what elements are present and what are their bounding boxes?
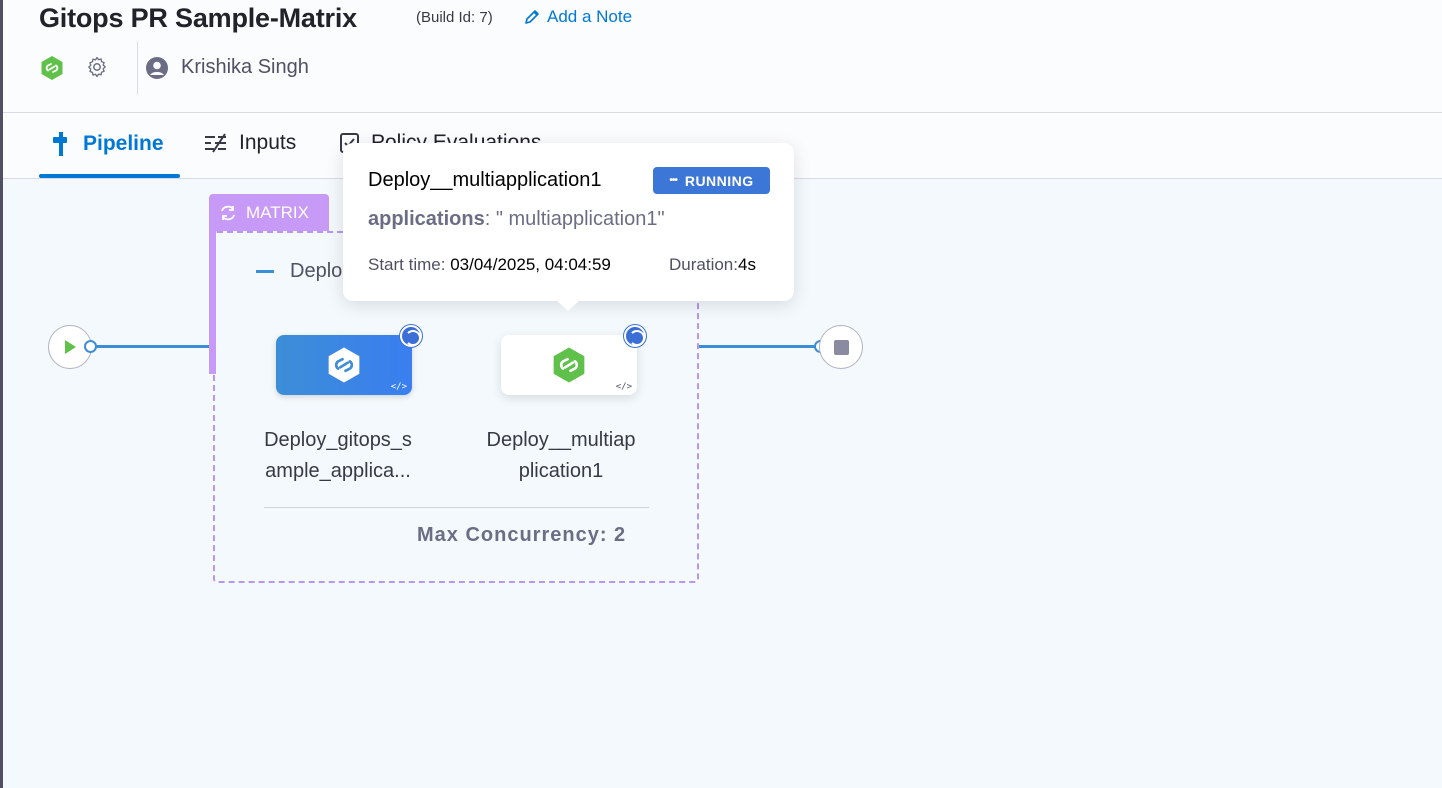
add-note-button[interactable]: Add a Note (523, 7, 632, 27)
running-dots-icon: ••• (669, 175, 677, 186)
running-status-badge: ••• RUNNING (653, 167, 770, 194)
matrix-tag-label: MATRIX (246, 202, 309, 222)
matrix-divider (264, 507, 649, 508)
tooltip-duration: Duration:4s (669, 255, 756, 275)
step-name-1-line2: ample_applica... (265, 460, 411, 482)
tab-pipeline[interactable]: Pipeline (51, 131, 164, 157)
step-node-multiapplication1[interactable]: </> (501, 335, 637, 395)
tooltip-applications: applications: " multiapplication1" (368, 208, 665, 231)
tab-pipeline-label: Pipeline (83, 132, 164, 155)
start-time-label: Start time: (368, 255, 451, 274)
matrix-tag: MATRIX (209, 194, 329, 231)
step-name-2-line1: Deploy__multiap (486, 429, 636, 451)
stage-name: Deplo (290, 260, 343, 282)
max-concurrency: Max Concurrency: 2 (417, 524, 627, 546)
build-id: (Build Id: 7) (416, 9, 493, 26)
start-port (84, 340, 97, 353)
step-name-2: Deploy__multiap plication1 (471, 425, 651, 487)
step-name-1: Deploy_gitops_s ample_applica... (248, 425, 428, 487)
add-note-label: Add a Note (547, 7, 633, 26)
pencil-icon (525, 10, 539, 24)
status-label: RUNNING (684, 172, 754, 189)
gitops-step-icon (553, 347, 585, 383)
header-divider (137, 42, 138, 94)
pipeline-icon (53, 132, 67, 156)
execution-header: Gitops PR Sample-Matrix (Build Id: 7) Ad… (3, 0, 1442, 113)
user-avatar-icon (146, 57, 168, 79)
step-name-1-line1: Deploy_gitops_s (264, 429, 412, 451)
edge-start-to-matrix (96, 345, 210, 348)
pipeline-title: Gitops PR Sample-Matrix (39, 3, 357, 33)
triggered-by-user: Krishika Singh (181, 56, 309, 78)
loop-icon (221, 205, 235, 220)
gitops-step-icon (328, 347, 360, 383)
running-status-icon (400, 325, 422, 347)
edge-matrix-to-end (699, 345, 817, 348)
tooltip-step-name: Deploy__multiapplication1 (368, 169, 602, 191)
step-details-tooltip: Deploy__multiapplication1 ••• RUNNING ap… (343, 143, 794, 311)
tooltip-start-time: Start time: 03/04/2025, 04:04:59 (368, 255, 611, 275)
applications-value: : " multiapplication1" (484, 208, 665, 230)
step-name-2-line2: plication1 (518, 460, 604, 482)
code-icon: </> (615, 382, 632, 392)
code-icon: </> (390, 382, 407, 392)
stop-icon (833, 339, 849, 355)
gitops-module-icon (41, 56, 63, 80)
active-tab-indicator (39, 174, 180, 178)
pipeline-end-node (819, 325, 863, 369)
matrix-side-strip (209, 230, 216, 374)
applications-key: applications (368, 208, 485, 230)
gear-icon[interactable] (85, 55, 109, 79)
collapse-icon[interactable] (256, 270, 274, 273)
tab-inputs[interactable]: Inputs (203, 131, 296, 155)
play-icon (65, 340, 76, 354)
duration-value: 4s (737, 255, 756, 274)
duration-label: Duration: (669, 255, 738, 274)
running-status-icon (624, 325, 646, 347)
matrix-stage-header[interactable]: Deplo (256, 260, 342, 283)
step-node-gitops-sample[interactable]: </> (276, 335, 412, 395)
start-time-value: 03/04/2025, 04:04:59 (450, 255, 611, 274)
tab-inputs-label: Inputs (239, 131, 297, 154)
inputs-icon (205, 133, 226, 153)
